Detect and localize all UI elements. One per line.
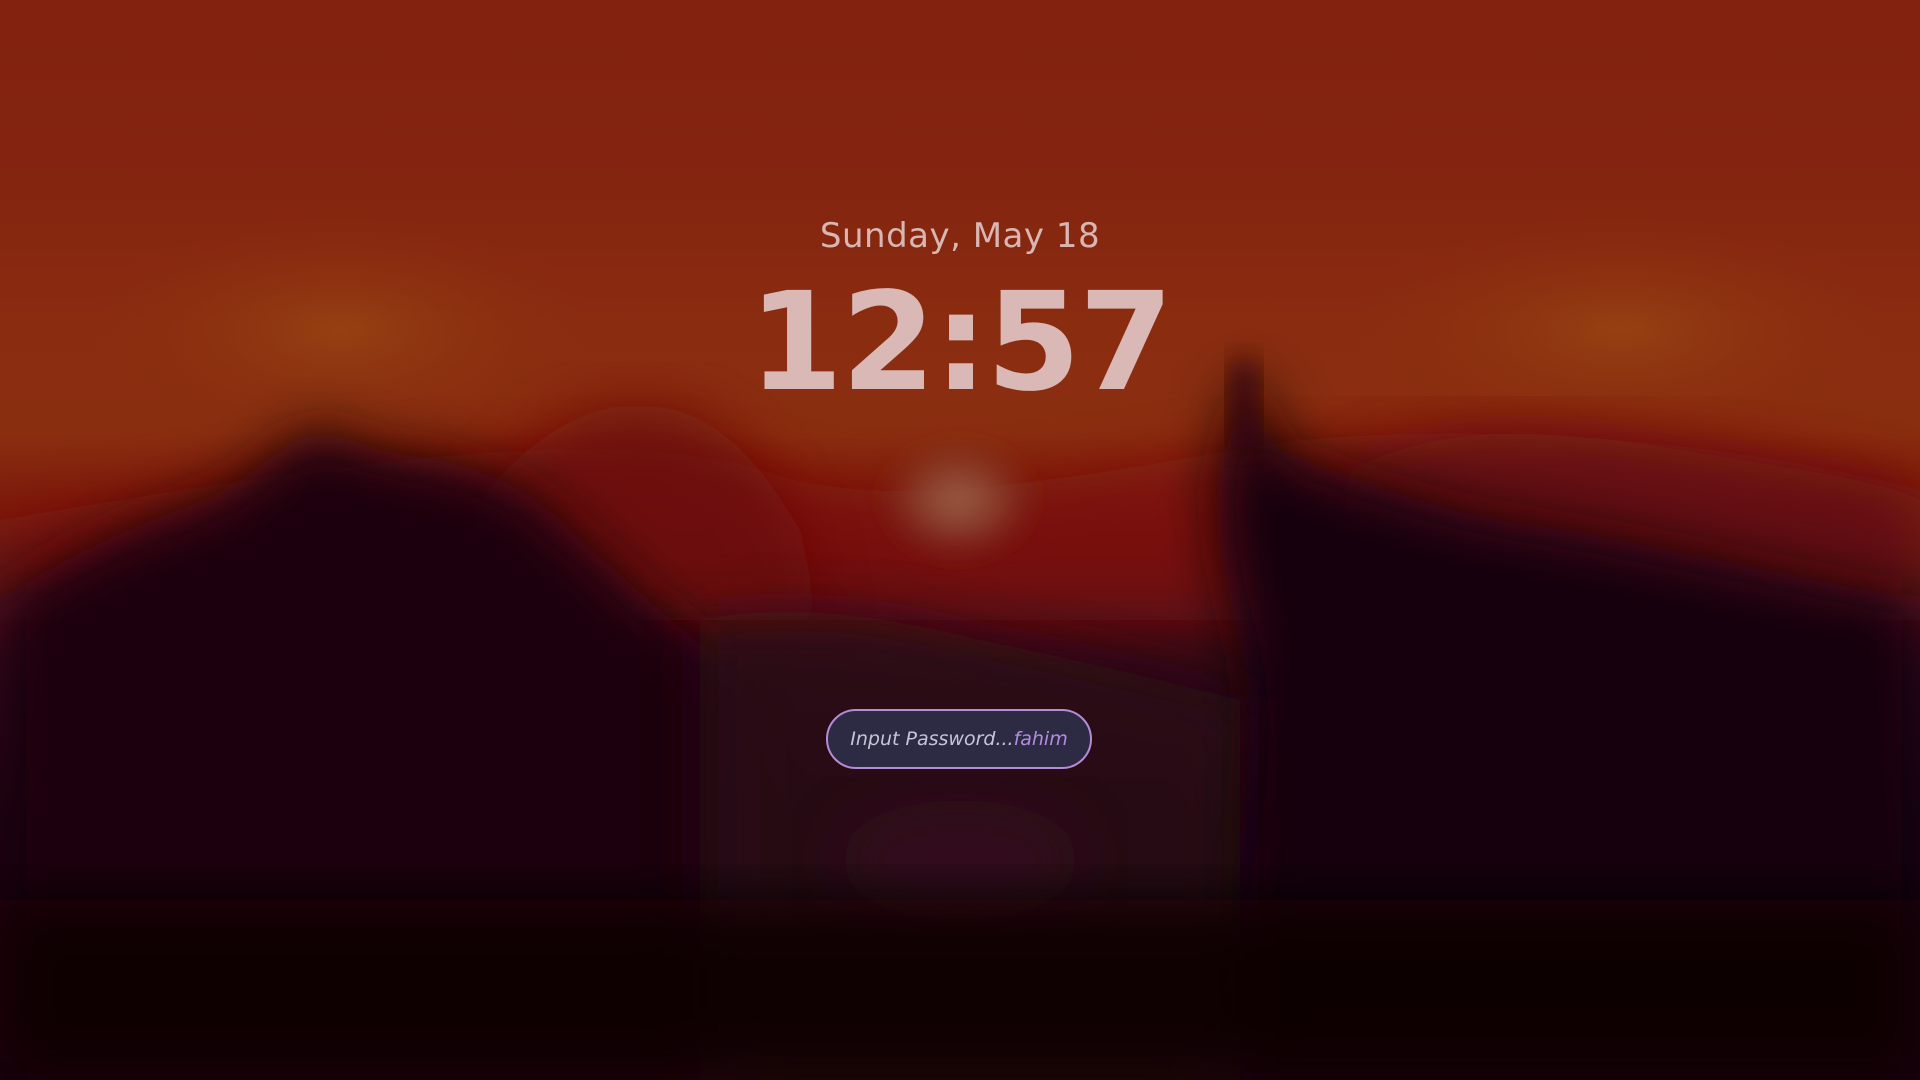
username-label: fahim — [1013, 728, 1068, 750]
sun-glow — [878, 440, 1038, 560]
wallpaper-graphic — [0, 210, 1920, 1080]
clock-time: 12:57 — [748, 264, 1174, 422]
password-placeholder: Input Password... — [850, 728, 1014, 750]
date-label: Sunday, May 18 — [819, 216, 1101, 256]
foreground-shadow — [0, 900, 1920, 1080]
password-input[interactable]: Input Password... fahim — [826, 709, 1092, 769]
blurred-sunset-wallpaper — [0, 0, 1920, 1080]
lock-screen: Sunday, May 18 12:57 Input Password... fa… — [0, 0, 1920, 1080]
